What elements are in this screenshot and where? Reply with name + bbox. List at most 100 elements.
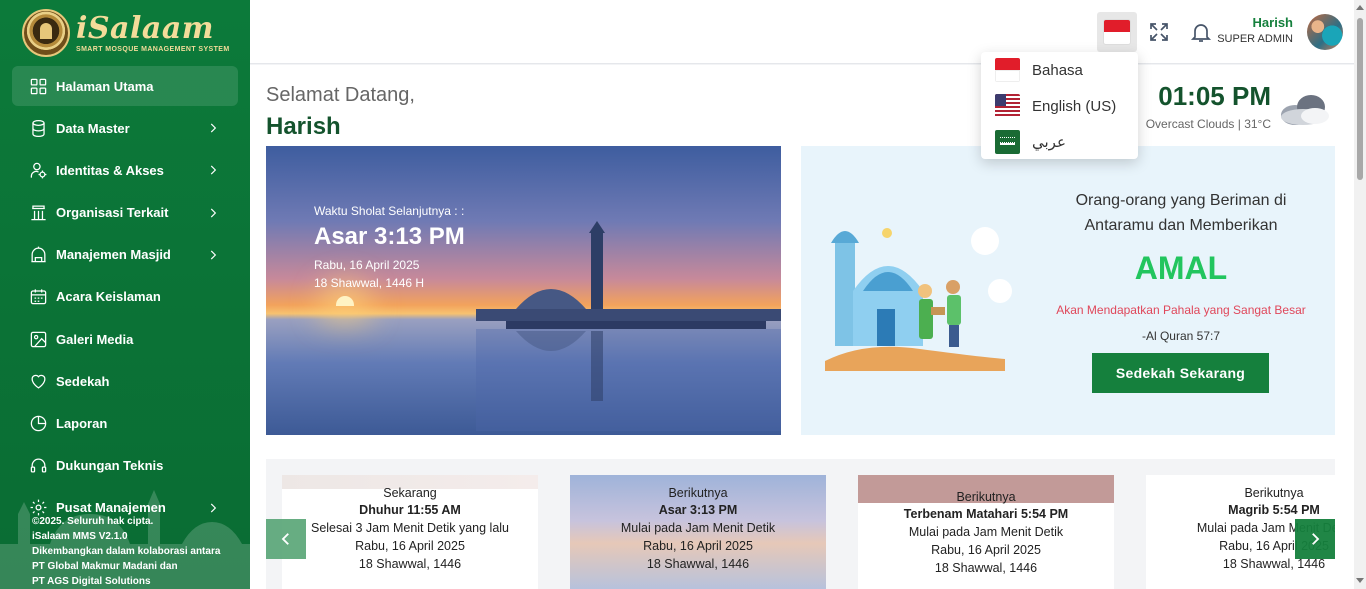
sidebar-item-label: Organisasi Terkait	[56, 205, 169, 221]
sidebar-item-manajemen-masjid[interactable]: Manajemen Masjid	[12, 235, 238, 275]
weather-text: Overcast Clouds | 31°C	[1145, 117, 1271, 131]
top-header: Harish SUPER ADMIN	[250, 0, 1354, 64]
amal-verse-line1: Orang-orang yang Beriman di	[1075, 192, 1287, 209]
indonesia-flag-icon	[995, 58, 1020, 82]
sidebar-item-halaman-utama[interactable]: Halaman Utama	[12, 66, 238, 106]
avatar[interactable]	[1307, 14, 1343, 50]
language-option-arabic[interactable]: عربي	[981, 124, 1138, 160]
chevron-right-icon	[206, 206, 220, 220]
chevron-left-icon	[281, 533, 289, 545]
saudi-flag-icon	[995, 130, 1020, 154]
prayer-card-name: Magrib 5:54 PM	[1228, 503, 1320, 517]
language-option-label: عربي	[1032, 134, 1066, 151]
prayer-card-date: Rabu, 16 April 2025	[643, 539, 753, 553]
sidebar-item-label: Halaman Utama	[56, 78, 154, 94]
sidebar-footer: ©2025. Seluruh hak cipta. iSalaam MMS V2…	[32, 514, 220, 589]
user-role: SUPER ADMIN	[1217, 33, 1293, 45]
amal-headline: AMAL	[1134, 250, 1228, 286]
next-prayer-label: Waktu Sholat Selanjutnya : :	[314, 204, 465, 218]
language-option-label: English (US)	[1032, 97, 1117, 115]
language-option-english[interactable]: English (US)	[981, 88, 1138, 124]
database-icon	[28, 118, 48, 138]
prayer-card[interactable]: Berikutnya Asar 3:13 PM Mulai pada Jam M…	[570, 475, 826, 589]
charity-illustration	[825, 227, 1012, 371]
sidebar-item-label: Identitas & Akses	[56, 162, 164, 178]
us-flag-icon	[995, 94, 1020, 118]
heart-icon	[28, 371, 48, 391]
scroll-thumb[interactable]	[1357, 18, 1363, 180]
user-name[interactable]: Harish	[1253, 15, 1293, 30]
chevron-right-icon	[206, 163, 220, 177]
language-button[interactable]	[1097, 12, 1137, 52]
prayer-card-status: Mulai pada Jam Menit Detik	[908, 525, 1064, 539]
mosque-emblem-icon	[22, 9, 70, 57]
amal-banner: Orang-orang yang Beriman di Antaramu dan…	[801, 146, 1335, 435]
bell-icon[interactable]	[1189, 20, 1213, 44]
welcome-greeting: Selamat Datang,	[266, 84, 415, 106]
amal-verse-line2: Antaramu dan Memberikan	[1084, 217, 1278, 234]
fullscreen-icon[interactable]	[1147, 20, 1171, 44]
sidebar-item-label: Galeri Media	[56, 331, 134, 347]
sidebar-item-label: Data Master	[56, 120, 130, 136]
sedekah-button[interactable]: Sedekah Sekarang	[1092, 353, 1269, 393]
chevron-right-icon	[206, 501, 220, 515]
prayer-card-name: Asar 3:13 PM	[658, 503, 738, 517]
prayer-card[interactable]: Berikutnya Terbenam Matahari 5:54 PM Mul…	[858, 475, 1114, 589]
prayer-card-label: Berikutnya	[1244, 486, 1304, 500]
sidebar-item-sedekah[interactable]: Sedekah	[12, 361, 238, 401]
headset-icon	[28, 456, 48, 476]
sidebar-item-dukungan-teknis[interactable]: Dukungan Teknis	[12, 446, 238, 486]
sunset-decoration	[336, 296, 354, 306]
main-content: Selamat Datang, Harish 01:05 PM Overcast…	[250, 65, 1354, 589]
next-prayer-date: Rabu, 16 April 2025	[314, 258, 420, 272]
brand-name: iSalaam	[76, 10, 215, 46]
indonesia-flag-icon	[1104, 20, 1130, 44]
cloud-icon	[1281, 95, 1329, 125]
next-prayer-hero: Waktu Sholat Selanjutnya : : Asar 3:13 P…	[266, 146, 781, 435]
chevron-right-icon	[206, 121, 220, 135]
prayer-card-hijri: 18 Shawwal, 1446	[358, 557, 462, 571]
footer-copyright: ©2025. Seluruh hak cipta.	[32, 516, 154, 527]
language-option-bahasa[interactable]: Bahasa	[981, 52, 1138, 88]
prayer-card-hijri: 18 Shawwal, 1446	[934, 561, 1038, 575]
brand-logo[interactable]: iSalaam SMART MOSQUE MANAGEMENT SYSTEM	[22, 8, 232, 58]
footer-collab: Dikembangkan dalam kolaborasi antara	[32, 546, 221, 557]
chevron-right-icon	[1312, 533, 1320, 545]
brand-tagline: SMART MOSQUE MANAGEMENT SYSTEM	[76, 45, 230, 53]
next-prayer-hijri: 18 Shawwal, 1446 H	[314, 276, 425, 290]
prayer-card-label: Berikutnya	[668, 486, 728, 500]
prayer-card[interactable]: Sekarang Dhuhur 11:55 AM Selesai 3 Jam M…	[282, 475, 538, 589]
carousel-prev-button[interactable]	[266, 519, 306, 559]
chevron-right-icon	[206, 248, 220, 262]
sidebar-item-galeri-media[interactable]: Galeri Media	[12, 319, 238, 359]
mosque-icon	[28, 245, 48, 265]
prayer-card-name: Dhuhur 11:55 AM	[359, 503, 461, 517]
grid-icon	[28, 76, 48, 96]
carousel-next-button[interactable]	[1295, 519, 1335, 559]
prayer-card-hijri: 18 Shawwal, 1446	[646, 557, 750, 571]
page-scrollbar[interactable]	[1354, 0, 1366, 589]
sidebar-item-identitas-akses[interactable]: Identitas & Akses	[12, 150, 238, 190]
prayer-card-date: Rabu, 16 April 2025	[931, 543, 1041, 557]
footer-company-2: PT AGS Digital Solutions	[32, 576, 151, 587]
sidebar-item-organisasi-terkait[interactable]: Organisasi Terkait	[12, 193, 238, 233]
welcome-name: Harish	[266, 113, 341, 140]
sidebar-item-label: Manajemen Masjid	[56, 247, 171, 263]
building-icon	[28, 203, 48, 223]
prayer-card-label: Berikutnya	[956, 490, 1016, 504]
user-gear-icon	[28, 160, 48, 180]
prayer-card-label: Sekarang	[383, 486, 437, 500]
sidebar: iSalaam SMART MOSQUE MANAGEMENT SYSTEM H…	[0, 0, 250, 589]
scroll-up-arrow-icon[interactable]	[1356, 5, 1364, 10]
sidebar-item-acara-keislaman[interactable]: Acara Keislaman	[12, 277, 238, 317]
sidebar-item-laporan[interactable]: Laporan	[12, 404, 238, 444]
sidebar-item-data-master[interactable]: Data Master	[12, 108, 238, 148]
sidebar-item-label: Sedekah	[56, 373, 110, 389]
footer-company-1: PT Global Makmur Madani dan	[32, 561, 178, 572]
scroll-down-arrow-icon[interactable]	[1356, 578, 1364, 583]
sidebar-item-label: Acara Keislaman	[56, 289, 161, 305]
sidebar-item-label: Laporan	[56, 416, 108, 431]
amal-source: -Al Quran 57:7	[1141, 329, 1221, 343]
calendar-icon	[28, 287, 48, 307]
prayer-card-status: Selesai 3 Jam Menit Detik yang lalu	[310, 521, 509, 535]
